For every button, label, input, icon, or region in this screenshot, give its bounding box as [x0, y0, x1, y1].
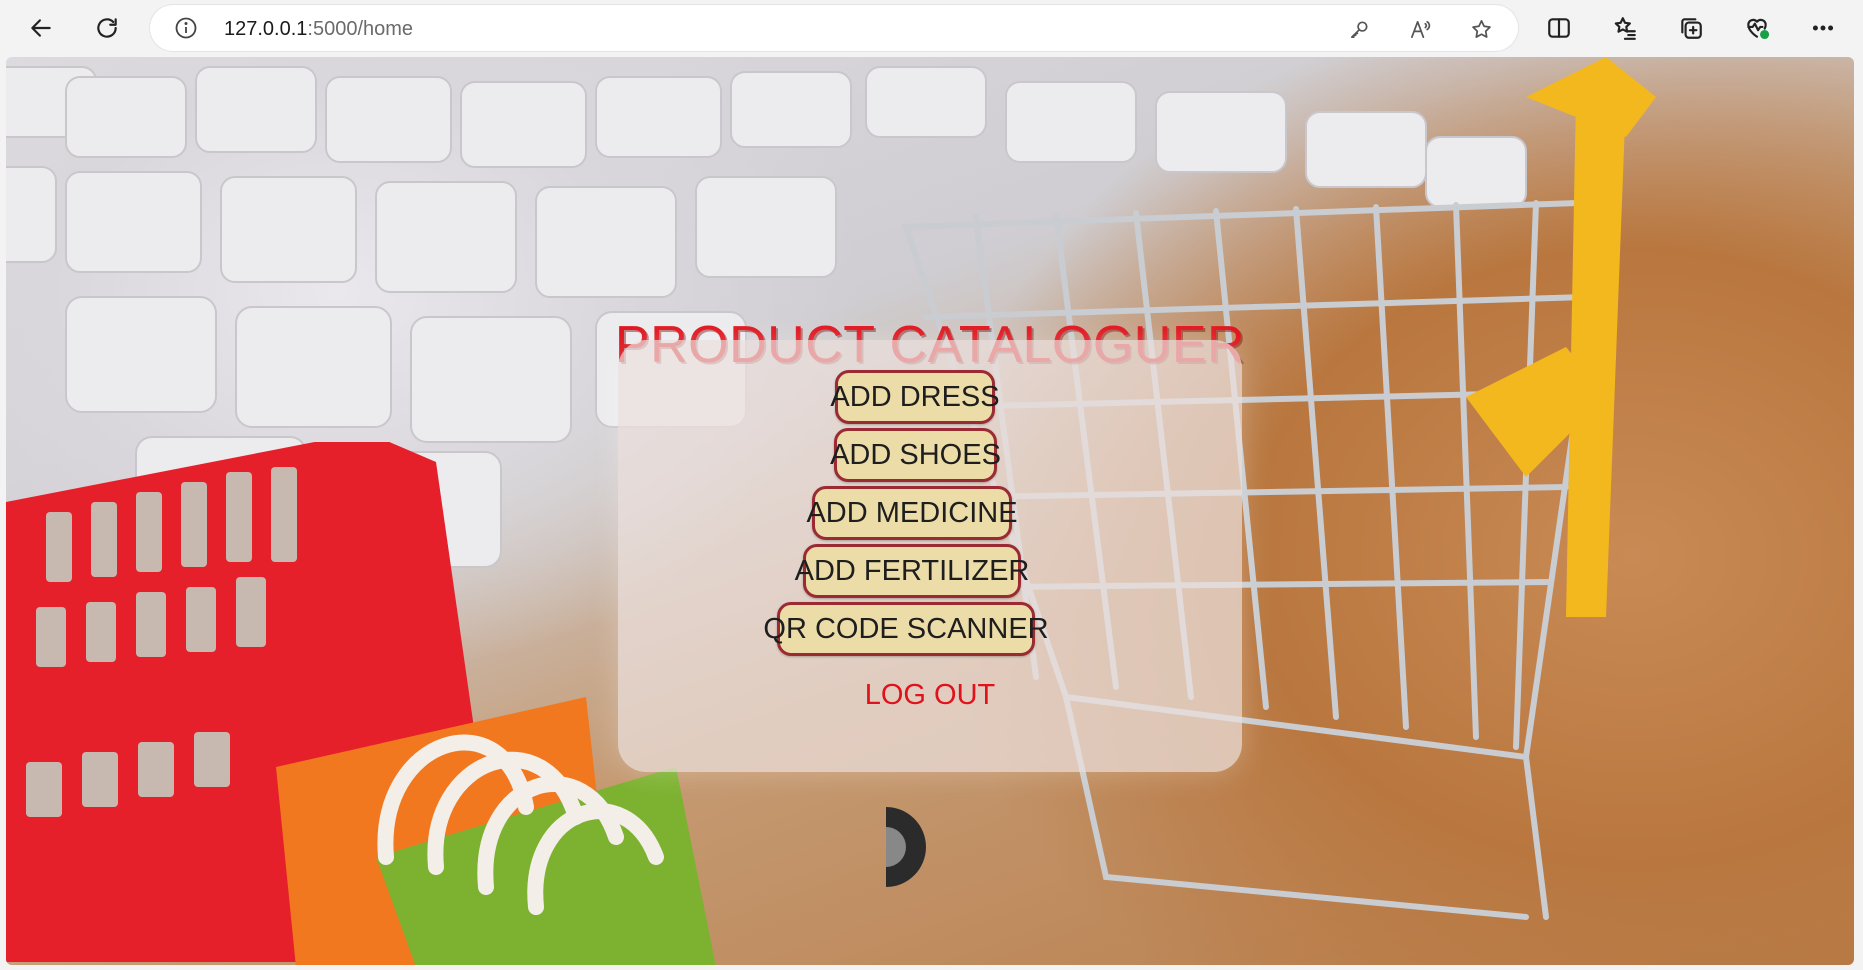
- browser-toolbar: 127.0.0.1:5000/home: [0, 0, 1863, 57]
- add-shoes-button[interactable]: ADD SHOES: [830, 428, 1001, 482]
- password-key-icon[interactable]: [1344, 14, 1374, 44]
- site-info-icon[interactable]: [174, 16, 198, 40]
- page-viewport: PRODUCT CATALOGUER ADD DRESS ADD SHOES A…: [6, 57, 1854, 965]
- more-menu-icon[interactable]: [1803, 8, 1843, 48]
- add-medicine-button[interactable]: ADD MEDICINE: [806, 486, 1018, 540]
- add-fertilizer-button[interactable]: ADD FERTILIZER: [795, 544, 1029, 598]
- url-text[interactable]: 127.0.0.1:5000/home: [224, 18, 413, 41]
- read-aloud-icon[interactable]: [1405, 14, 1435, 44]
- split-screen-icon[interactable]: [1539, 8, 1579, 48]
- back-arrow-icon[interactable]: [21, 8, 61, 48]
- browser-essentials-icon[interactable]: [1737, 8, 1777, 48]
- favorite-star-icon[interactable]: [1466, 14, 1496, 44]
- qr-code-scanner-button[interactable]: QR CODE SCANNER: [763, 602, 1049, 656]
- address-bar[interactable]: 127.0.0.1:5000/home: [150, 5, 1518, 51]
- url-host: 127.0.0.1: [224, 18, 308, 40]
- collections-icon[interactable]: [1671, 8, 1711, 48]
- refresh-icon[interactable]: [87, 8, 127, 48]
- logout-link[interactable]: LOG OUT: [6, 679, 1854, 712]
- url-path: :5000/home: [307, 18, 414, 40]
- favorites-list-icon[interactable]: [1605, 8, 1645, 48]
- add-dress-button[interactable]: ADD DRESS: [830, 370, 1000, 424]
